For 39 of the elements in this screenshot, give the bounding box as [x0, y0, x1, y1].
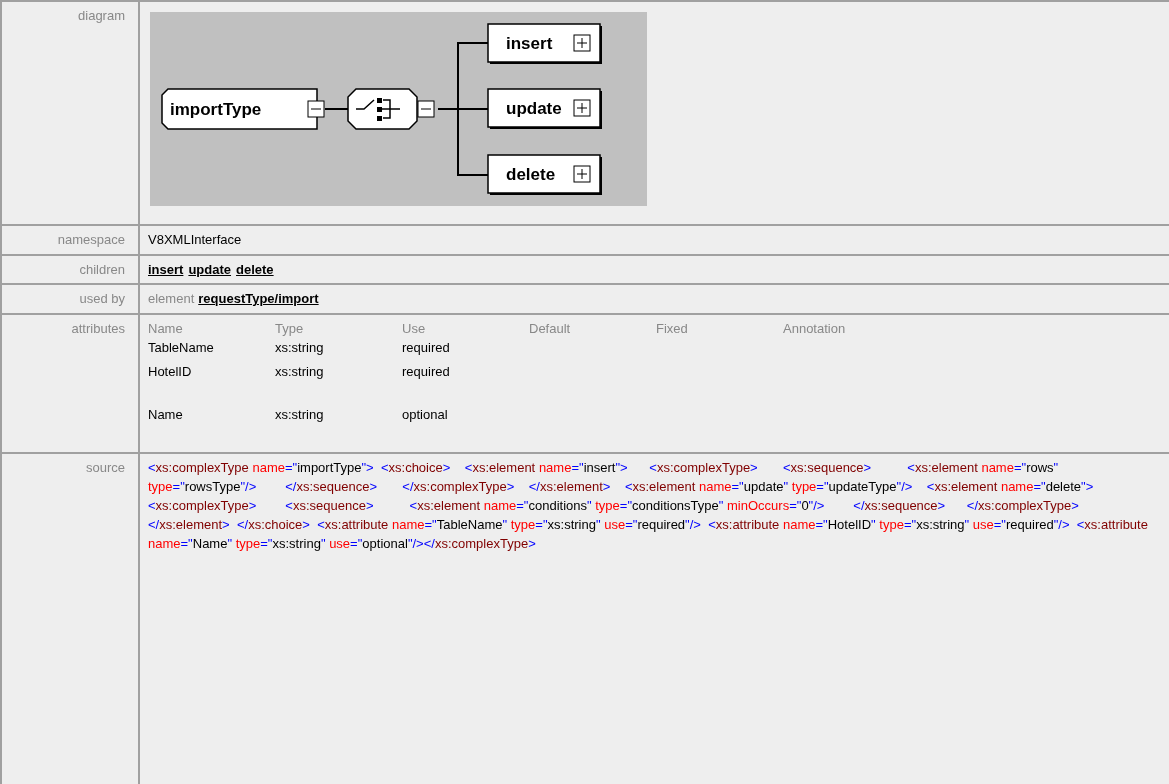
collapse-icon[interactable]: [417, 100, 435, 118]
child-link[interactable]: insert: [148, 261, 184, 277]
row-label: children: [79, 261, 125, 277]
row-label: source: [85, 460, 125, 475]
column-header: Fixed: [656, 318, 783, 338]
choice-compositor-icon[interactable]: [347, 88, 418, 130]
used-by-link[interactable]: requestType/import: [198, 291, 319, 306]
row-label: attributes: [71, 320, 125, 336]
child-link[interactable]: update: [188, 261, 232, 277]
xml-source-code: <xs:complexType name="importType"> <xs:choice> <xs:element name="insert"> <xs:complexType> <xs:sequence> <xs:element name="rows" type="rowsType"/> </xs:sequence> </xs:complexType> </xs:element> <xs:element name="update" type="updateType"/> <xs:element name="delete"> <xs:complexType> <xs:sequence> <xs:element name="conditions" type="conditionsType" minOccurs="0"/> </xs:sequence> </xs:complexType> </xs:element> </xs:choice> <xs:attribute name="TableName" type="xs:string" use="required"/> <xs:attribute name="HotelID" type="xs:string" use="required"/> <xs:attribute name="Name" type="xs:string" use="optional"/></xs:complexType>: [148, 459, 1148, 553]
column-header: Default: [529, 319, 572, 338]
connector-line: [324, 108, 349, 110]
table-cell: xs:string: [275, 362, 402, 405]
column-header: Type: [275, 319, 305, 338]
child-link[interactable]: delete: [236, 261, 274, 277]
column-header: Annotation: [783, 319, 847, 338]
element-node[interactable]: update: [487, 88, 602, 129]
collapse-icon[interactable]: [307, 100, 325, 118]
element-kind: element: [148, 291, 195, 306]
table-cell-text: optional: [402, 406, 449, 424]
namespace-value: V8XMLInterface: [148, 232, 242, 247]
element-node[interactable]: delete: [487, 154, 602, 195]
element-node[interactable]: insert: [487, 23, 602, 64]
table-cell: xs:string: [275, 405, 402, 448]
table-cell: HotelID: [148, 362, 275, 405]
element-node[interactable]: importType: [161, 88, 318, 130]
expand-icon[interactable]: [573, 34, 591, 52]
row-label: used by: [79, 291, 125, 306]
table-cell: TableName: [148, 338, 275, 362]
row-label: diagram: [78, 8, 125, 23]
row-label: namespace: [57, 232, 125, 247]
table-cell: Name: [148, 405, 275, 448]
table-cell: xs:string: [275, 338, 402, 362]
expand-icon[interactable]: [573, 165, 591, 183]
table-cell-text: required: [402, 363, 451, 381]
column-header: Use: [402, 319, 427, 338]
table-cell-text: required: [402, 339, 451, 357]
expand-icon[interactable]: [573, 99, 591, 117]
column-header: Name: [148, 318, 275, 338]
